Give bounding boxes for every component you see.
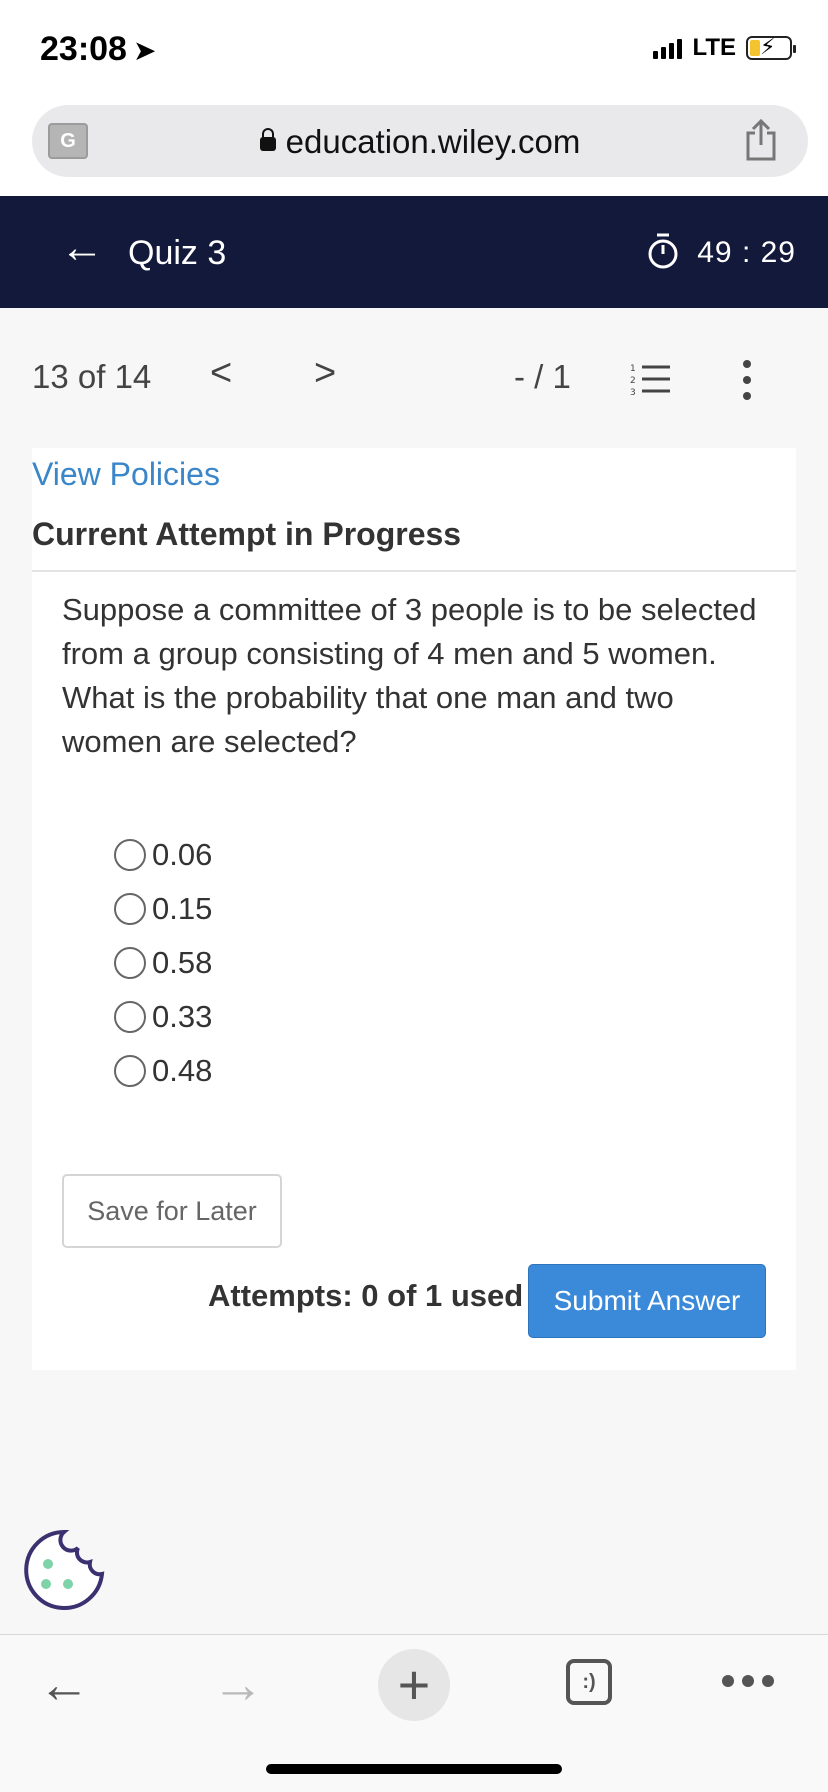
question-score: - / 1	[514, 358, 571, 395]
radio-button[interactable]	[114, 1055, 146, 1087]
question-card: View Policies Current Attempt in Progres…	[32, 448, 796, 1370]
svg-text:2: 2	[630, 376, 636, 386]
svg-text:3: 3	[630, 388, 636, 396]
previous-question-button[interactable]: <	[210, 352, 232, 395]
clock-text: 23:08	[40, 30, 127, 68]
back-arrow-icon[interactable]: ←	[60, 226, 104, 270]
answer-option[interactable]: 0.58	[114, 936, 212, 990]
divider	[32, 570, 796, 572]
radio-button[interactable]	[114, 893, 146, 925]
browser-menu-icon[interactable]	[722, 1675, 774, 1687]
radio-button[interactable]	[114, 1001, 146, 1033]
timer-text: 49 : 29	[697, 236, 796, 269]
home-indicator	[266, 1764, 562, 1774]
save-for-later-button[interactable]: Save for Later	[62, 1174, 282, 1248]
answer-option[interactable]: 0.48	[114, 1044, 212, 1098]
svg-text:1: 1	[630, 364, 636, 374]
cookie-icon[interactable]	[22, 1528, 106, 1612]
attempts-text: Attempts: 0 of 1 used	[208, 1278, 524, 1313]
view-policies-link[interactable]: View Policies	[32, 456, 220, 493]
url-text: education.wiley.com	[285, 123, 581, 160]
question-nav: 13 of 14 < > - / 1 1 2 3	[0, 308, 828, 448]
answer-option[interactable]: 0.15	[114, 882, 212, 936]
status-bar: 23:08 ➤ LTE ⚡	[0, 0, 828, 96]
address-bar[interactable]: G education.wiley.com	[32, 105, 808, 177]
battery-icon: ⚡	[746, 34, 796, 60]
more-options-icon[interactable]	[740, 360, 754, 400]
attempt-heading: Current Attempt in Progress	[32, 516, 462, 552]
new-tab-plus-icon[interactable]: +	[378, 1649, 450, 1721]
browser-forward-icon[interactable]: →	[212, 1655, 264, 1715]
answer-options: 0.06 0.15 0.58 0.33 0.48	[114, 828, 212, 1098]
network-label: LTE	[692, 34, 736, 61]
share-icon[interactable]	[744, 119, 778, 161]
tabs-button[interactable]: :)	[566, 1659, 612, 1705]
browser-back-icon[interactable]: ←	[38, 1655, 90, 1715]
option-label: 0.48	[152, 1053, 213, 1088]
quiz-title: Quiz 3	[128, 234, 227, 272]
option-label: 0.15	[152, 891, 213, 926]
answer-option[interactable]: 0.33	[114, 990, 212, 1044]
question-text: Suppose a committee of 3 people is to be…	[62, 592, 757, 759]
quiz-header: ← Quiz 3 49 : 29	[0, 196, 828, 308]
signal-icon	[653, 37, 683, 59]
browser-address-area: G education.wiley.com	[0, 96, 828, 196]
submit-answer-button[interactable]: Submit Answer	[528, 1264, 766, 1338]
radio-button[interactable]	[114, 839, 146, 871]
lock-icon	[259, 128, 276, 151]
url-display[interactable]: education.wiley.com	[32, 123, 808, 161]
radio-button[interactable]	[114, 947, 146, 979]
status-time: 23:08 ➤	[40, 30, 156, 69]
question-list-icon[interactable]: 1 2 3	[630, 362, 670, 396]
option-label: 0.33	[152, 999, 213, 1034]
option-label: 0.58	[152, 945, 213, 980]
location-arrow-icon: ➤	[132, 35, 157, 66]
option-label: 0.06	[152, 837, 213, 872]
next-question-button[interactable]: >	[314, 352, 336, 395]
stopwatch-icon	[648, 233, 678, 269]
answer-option[interactable]: 0.06	[114, 828, 212, 882]
question-counter: 13 of 14	[32, 358, 152, 395]
status-indicators: LTE ⚡	[653, 34, 796, 62]
